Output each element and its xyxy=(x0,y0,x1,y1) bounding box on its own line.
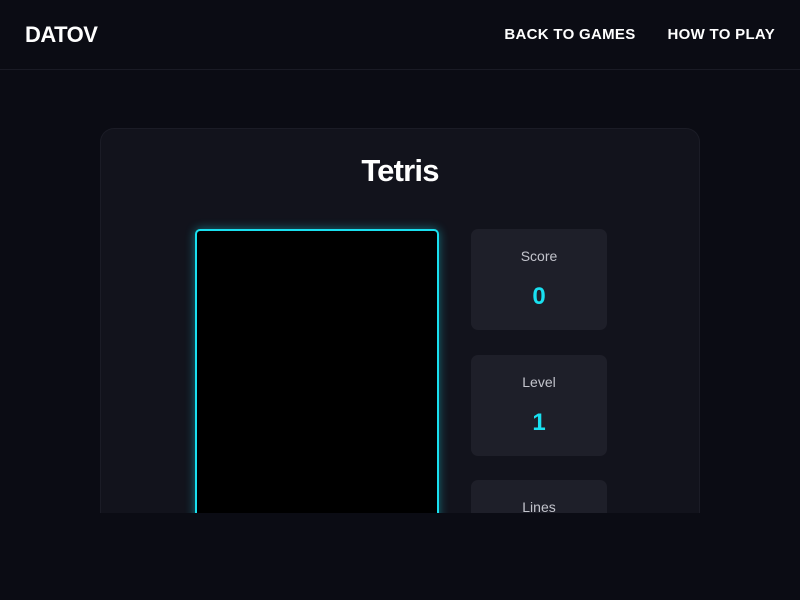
game-card: Tetris Score 0 Level 1 Lines xyxy=(100,128,700,513)
game-title: Tetris xyxy=(361,153,439,188)
how-to-play-link[interactable]: HOW TO PLAY xyxy=(668,26,775,43)
top-navigation-bar: DATOV BACK TO GAMES HOW TO PLAY xyxy=(0,0,800,70)
tetris-board[interactable] xyxy=(195,229,439,513)
level-panel: Level 1 xyxy=(471,355,607,456)
nav-links: BACK TO GAMES HOW TO PLAY xyxy=(504,26,775,43)
score-panel: Score 0 xyxy=(471,229,607,330)
score-label: Score xyxy=(520,248,558,264)
score-value: 0 xyxy=(532,283,546,310)
level-label: Level xyxy=(522,374,556,390)
lines-panel: Lines xyxy=(471,480,607,513)
site-logo[interactable]: DATOV xyxy=(25,22,98,48)
level-value: 1 xyxy=(532,409,546,436)
back-to-games-link[interactable]: BACK TO GAMES xyxy=(504,26,635,43)
lines-label: Lines xyxy=(522,499,556,513)
